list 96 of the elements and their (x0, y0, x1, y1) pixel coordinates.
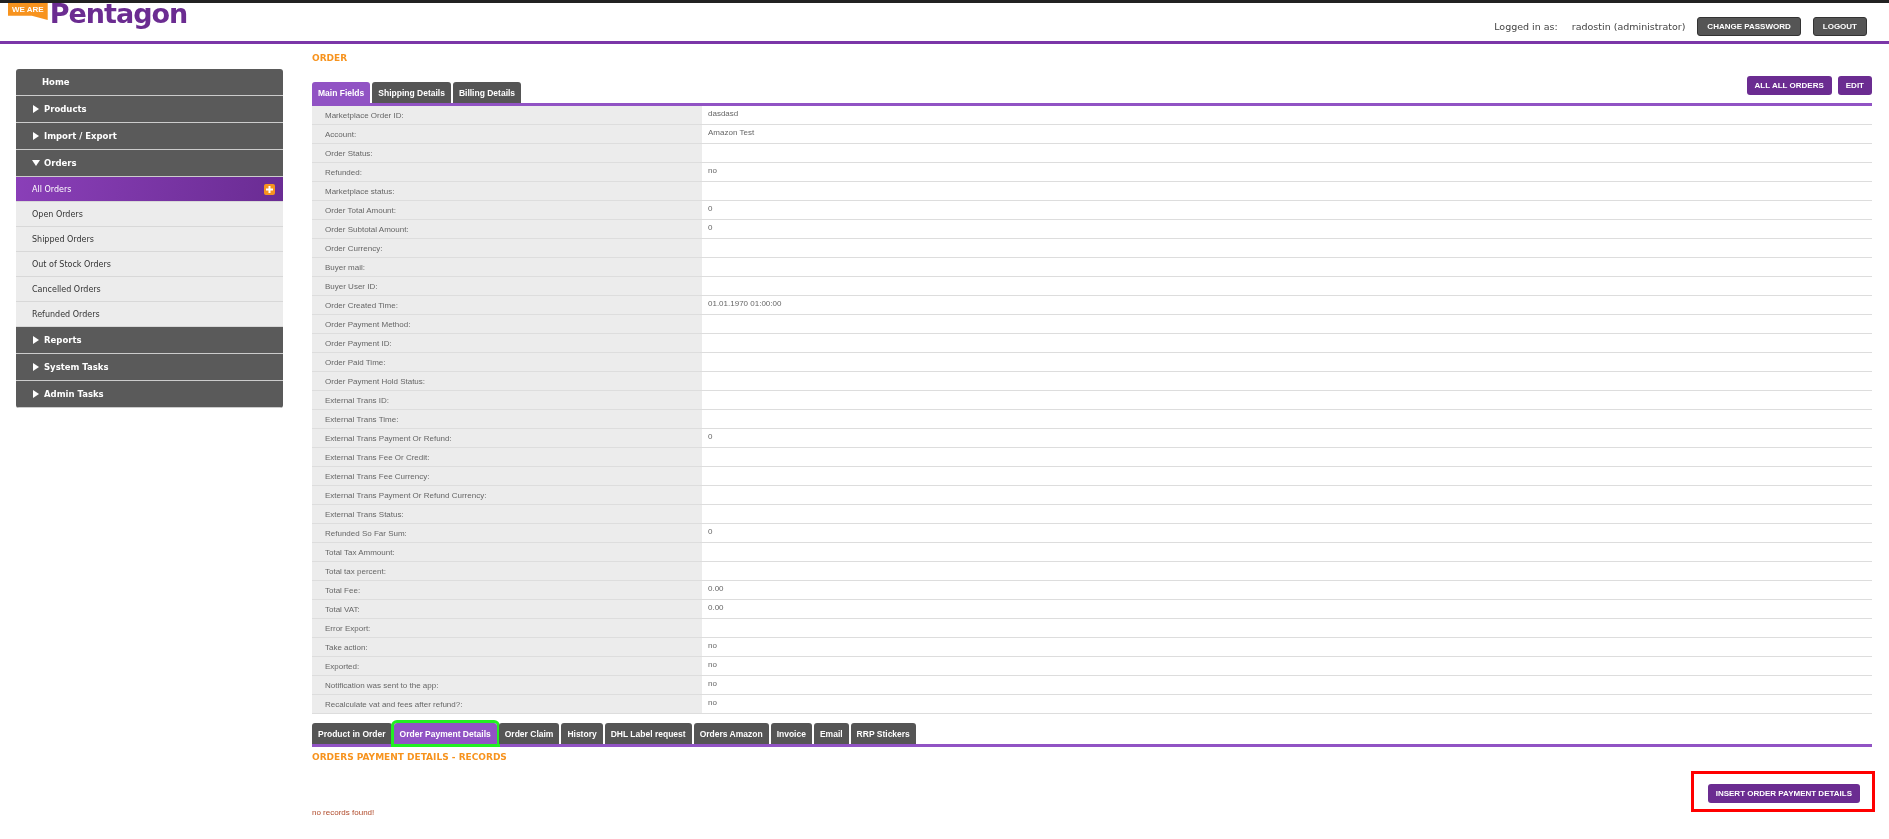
field-label: Order Payment Hold Status: (312, 372, 702, 390)
field-label: Account: (312, 125, 702, 143)
sidebar-section-label: System Tasks (44, 362, 109, 372)
tab[interactable]: RRP Stickers (850, 723, 916, 744)
sidebar-item[interactable]: Refunded Orders (16, 302, 283, 327)
field-label: Refunded: (312, 163, 702, 181)
field-value: 0 (708, 527, 713, 536)
field-label: External Trans ID: (312, 391, 702, 409)
field-label: Buyer User ID: (312, 277, 702, 295)
sidebar-section[interactable]: System Tasks (16, 354, 283, 381)
sidebar-item-label: Cancelled Orders (32, 284, 101, 294)
sidebar-item[interactable]: Cancelled Orders (16, 277, 283, 302)
field-label: Total Tax Ammount: (312, 543, 702, 561)
field-value: 0 (708, 432, 713, 441)
sidebar-section[interactable]: Import / Export (16, 123, 283, 150)
field-label: Total tax percent: (312, 562, 702, 580)
tab[interactable]: Main Fields (312, 82, 371, 103)
field-value: 0.00 (708, 603, 724, 612)
section-title: ORDERS PAYMENT DETAILS - RECORDS (312, 752, 508, 764)
sidebar-section-label: Reports (44, 335, 82, 345)
field-label: External Trans Fee Or Credit: (312, 448, 702, 466)
field-label: Order Status: (312, 144, 702, 162)
sidebar-item-label: Refunded Orders (32, 309, 100, 319)
field-value: 01.01.1970 01:00:00 (708, 299, 782, 308)
field-label: Order Created Time: (312, 296, 702, 314)
tab[interactable]: History (561, 723, 603, 744)
logo-text[interactable]: Pentagon (49, 0, 188, 28)
field-label: Order Payment Method: (312, 315, 702, 333)
sidebar-section[interactable]: Reports (16, 327, 283, 354)
sidebar-section-label: Import / Export (44, 131, 117, 141)
field-value: dasdasd (708, 109, 739, 118)
sidebar-section[interactable]: Products (16, 96, 283, 123)
tab[interactable]: Orders Amazon (693, 723, 769, 744)
field-label: External Trans Time: (312, 410, 702, 428)
field-label: Marketplace status: (312, 182, 702, 200)
field-label: Marketplace Order ID: (312, 106, 702, 124)
field-label: External Trans Fee Currency: (312, 467, 702, 485)
field-label: External Trans Status: (312, 505, 702, 523)
change-password-button[interactable]: CHANGE PASSWORD (1697, 16, 1801, 36)
field-label: Take action: (312, 638, 702, 656)
field-label: Exported: (312, 657, 702, 675)
sidebar-section-label: Admin Tasks (44, 389, 104, 399)
field-value: no (708, 679, 717, 688)
sidebar-item[interactable]: All Orders (16, 177, 283, 202)
section-title: ORDER (312, 53, 349, 65)
tab[interactable]: Invoice (770, 723, 812, 744)
field-label: Total VAT: (312, 600, 702, 618)
sidebar-section-label: Orders (44, 158, 77, 168)
empty-message: no records found! (312, 808, 376, 817)
tab[interactable]: DHL Label request (604, 723, 692, 744)
field-label: Error Export: (312, 619, 702, 637)
sidebar-section[interactable]: Admin Tasks (16, 381, 283, 408)
field-value: Amazon Test (708, 128, 755, 137)
sidebar-section-label: Products (44, 104, 87, 114)
logout-button[interactable]: LOGOUT (1812, 16, 1867, 36)
sidebar-item-label: Open Orders (32, 209, 83, 219)
insert-order-payment-details-button[interactable]: INSERT ORDER PAYMENT DETAILS (1707, 784, 1860, 803)
edit-button[interactable]: EDIT (1837, 76, 1872, 95)
field-label: Total Fee: (312, 581, 702, 599)
sidebar-item[interactable]: Shipped Orders (16, 227, 283, 252)
all-orders-button[interactable]: ALL ALL ORDERS (1746, 76, 1832, 95)
field-value: no (708, 641, 717, 650)
field-value: no (708, 698, 717, 707)
sidebar-item[interactable]: Out of Stock Orders (16, 252, 283, 277)
field-label: Order Currency: (312, 239, 702, 257)
field-label: External Trans Payment Or Refund: (312, 429, 702, 447)
field-value: 0 (708, 223, 713, 232)
field-value: 0.00 (708, 584, 724, 593)
sidebar-item-label: Shipped Orders (32, 234, 94, 244)
logged-in-label: Logged in as: (1494, 20, 1558, 32)
field-label: Order Payment ID: (312, 334, 702, 352)
tab[interactable]: Billing Details (452, 82, 522, 103)
field-value: 0 (708, 204, 713, 213)
sidebar-item[interactable]: Home (16, 69, 283, 96)
tab[interactable]: Email (813, 723, 849, 744)
tab[interactable]: Order Claim (498, 723, 560, 744)
field-value: no (708, 166, 717, 175)
sidebar-section[interactable]: Orders (16, 150, 283, 177)
sidebar-item-label: Out of Stock Orders (32, 259, 111, 269)
field-label: Order Total Amount: (312, 201, 702, 219)
tab[interactable]: Product in Order (312, 723, 392, 744)
field-label: Order Paid Time: (312, 353, 702, 371)
tab[interactable]: Shipping Details (372, 82, 451, 103)
sidebar-item-label: All Orders (32, 184, 72, 194)
field-label: Buyer mail: (312, 258, 702, 276)
field-value: no (708, 660, 717, 669)
field-label: Recalculate vat and fees after refund?: (312, 695, 702, 713)
field-label: Order Subtotal Amount: (312, 220, 702, 238)
field-label: Refunded So Far Sum: (312, 524, 702, 542)
logo-flag: WE ARE (8, 3, 48, 20)
field-label: External Trans Payment Or Refund Currency: (312, 486, 702, 504)
user-name: radostin (administrator) (1571, 20, 1686, 32)
plus-icon[interactable] (264, 183, 275, 195)
tab[interactable]: Order Payment Details (393, 723, 497, 744)
sidebar-item[interactable]: Open Orders (16, 202, 283, 227)
field-label: Notification was sent to the app: (312, 676, 702, 694)
